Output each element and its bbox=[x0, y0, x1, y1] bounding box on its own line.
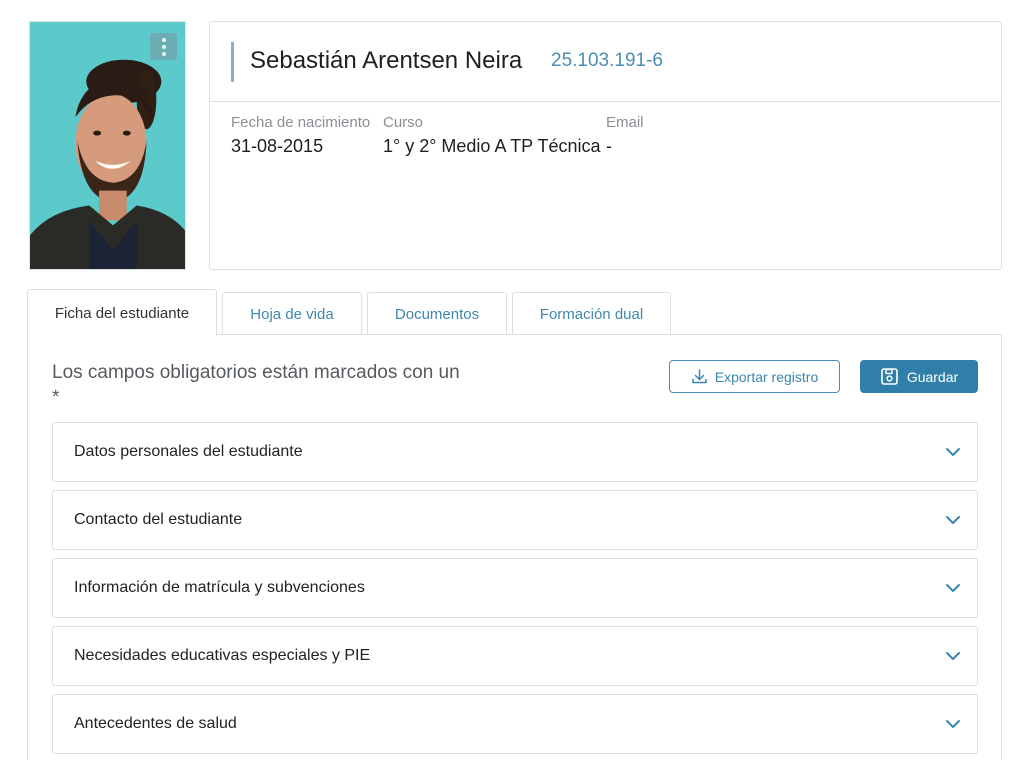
section-nee-pie[interactable]: Necesidades educativas especiales y PIE bbox=[52, 626, 978, 686]
section-datos-personales[interactable]: Datos personales del estudiante bbox=[52, 422, 978, 482]
student-form-panel: Los campos obligatorios están marcados c… bbox=[27, 334, 1002, 760]
section-title: Contacto del estudiante bbox=[74, 511, 243, 528]
course-label: Curso bbox=[383, 114, 424, 131]
chevron-down-icon bbox=[946, 516, 960, 524]
chevron-down-icon bbox=[946, 584, 960, 592]
birthdate-label: Fecha de nacimiento bbox=[231, 114, 371, 131]
section-matricula-subvenciones[interactable]: Información de matrícula y subvenciones bbox=[52, 558, 978, 618]
section-title: Antecedentes de salud bbox=[74, 715, 237, 732]
student-rut: 25.103.191-6 bbox=[551, 50, 663, 71]
save-icon bbox=[881, 368, 898, 385]
save-button[interactable]: Guardar bbox=[860, 360, 978, 393]
birthdate-value: 31-08-2015 bbox=[231, 136, 324, 156]
required-fields-note: Los campos obligatorios están marcados c… bbox=[52, 362, 460, 408]
email-label: Email bbox=[606, 114, 644, 131]
section-antecedentes-salud[interactable]: Antecedentes de salud bbox=[52, 694, 978, 754]
chevron-down-icon bbox=[946, 448, 960, 456]
photo-menu-button[interactable] bbox=[150, 33, 177, 60]
export-record-label: Exportar registro bbox=[714, 368, 819, 385]
course-value: 1° y 2° Medio A TP Técnica bbox=[383, 136, 601, 156]
section-title: Información de matrícula y subvenciones bbox=[74, 579, 365, 596]
chevron-down-icon bbox=[946, 652, 960, 660]
tab-hoja-de-vida[interactable]: Hoja de vida bbox=[222, 292, 362, 335]
download-icon bbox=[692, 369, 707, 384]
chevron-down-icon bbox=[946, 720, 960, 728]
save-label: Guardar bbox=[906, 368, 959, 385]
student-name: Sebastián Arentsen Neira bbox=[250, 47, 523, 74]
section-title: Datos personales del estudiante bbox=[74, 443, 303, 460]
tab-ficha-estudiante[interactable]: Ficha del estudiante bbox=[27, 289, 217, 336]
kebab-menu-icon bbox=[161, 37, 166, 42]
section-contacto[interactable]: Contacto del estudiante bbox=[52, 490, 978, 550]
tab-formacion-dual[interactable]: Formación dual bbox=[512, 292, 671, 335]
section-title: Necesidades educativas especiales y PIE bbox=[74, 647, 371, 664]
accent-bar bbox=[231, 42, 234, 82]
email-value: - bbox=[606, 136, 612, 156]
tab-documentos[interactable]: Documentos bbox=[367, 292, 507, 335]
student-info-card: Sebastián Arentsen Neira 25.103.191-6 Fe… bbox=[209, 21, 1002, 270]
student-header: Sebastián Arentsen Neira 25.103.191-6 bbox=[210, 22, 1001, 102]
export-record-button[interactable]: Exportar registro bbox=[669, 360, 840, 393]
